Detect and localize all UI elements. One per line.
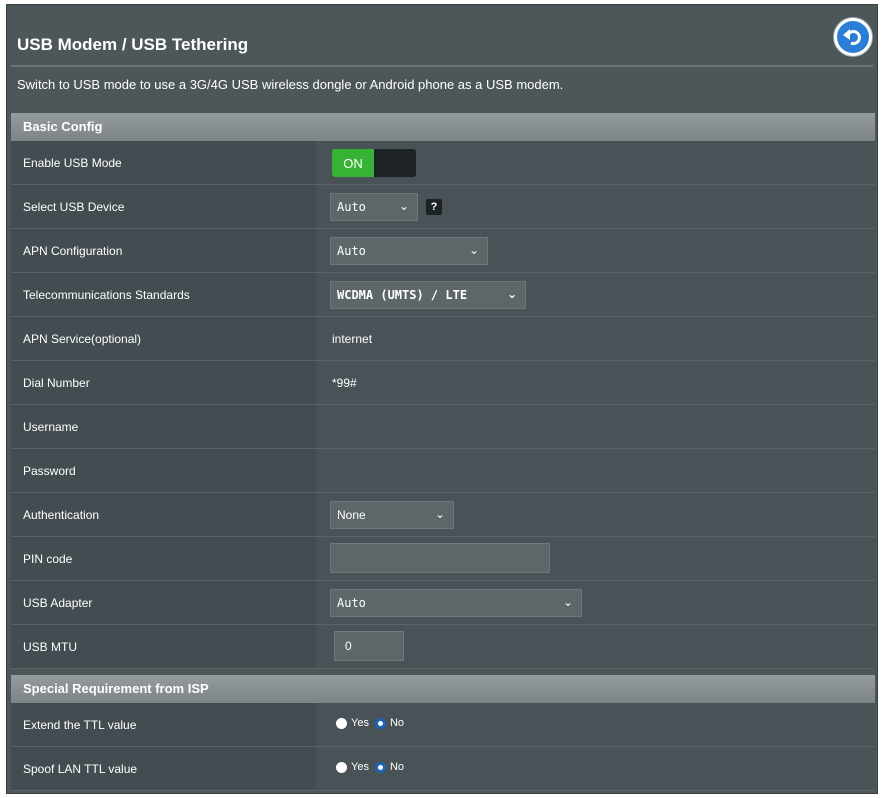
row-extend-ttl: Extend the TTL value Yes No bbox=[11, 703, 875, 747]
apn-configuration-label: APN Configuration bbox=[11, 229, 316, 272]
extend-ttl-yes-radio[interactable] bbox=[336, 717, 347, 729]
select-usb-device-value: Auto bbox=[337, 200, 366, 214]
chevron-down-icon: ⌄ bbox=[398, 199, 409, 213]
spoof-ttl-no-radio[interactable] bbox=[374, 761, 386, 773]
row-apn-service: APN Service(optional) internet bbox=[11, 317, 875, 361]
telecom-standards-label: Telecommunications Standards bbox=[11, 273, 316, 316]
usb-adapter-value: Auto bbox=[337, 596, 366, 610]
title-divider bbox=[11, 65, 873, 67]
extend-ttl-no-label: No bbox=[389, 717, 405, 729]
dial-number-input[interactable]: *99# bbox=[332, 376, 357, 390]
apn-service-label: APN Service(optional) bbox=[11, 317, 316, 360]
spoof-ttl-no-label: No bbox=[389, 761, 405, 773]
row-spoof-ttl: Spoof LAN TTL value Yes No bbox=[11, 747, 875, 791]
usb-mtu-input[interactable]: 0 bbox=[334, 631, 404, 661]
enable-usb-mode-toggle[interactable]: ON bbox=[332, 149, 416, 177]
back-arrow-icon bbox=[837, 21, 869, 53]
section-basic-config: Basic Config bbox=[11, 113, 875, 141]
extend-ttl-label: Extend the TTL value bbox=[11, 703, 316, 746]
telecom-standards-dropdown[interactable]: WCDMA (UMTS) / LTE ⌄ bbox=[330, 281, 526, 309]
username-label: Username bbox=[11, 405, 316, 448]
authentication-dropdown[interactable]: None ⌄ bbox=[330, 501, 454, 529]
chevron-down-icon: ⌄ bbox=[468, 243, 479, 257]
back-button[interactable] bbox=[833, 17, 873, 57]
select-usb-device-label: Select USB Device bbox=[11, 185, 316, 228]
chevron-down-icon: ⌄ bbox=[506, 287, 517, 301]
usb-modem-panel: USB Modem / USB Tethering Switch to USB … bbox=[6, 4, 878, 794]
row-usb-mtu: USB MTU 0 bbox=[11, 625, 875, 669]
telecom-standards-value: WCDMA (UMTS) / LTE bbox=[337, 288, 468, 302]
apn-configuration-value: Auto bbox=[337, 244, 366, 258]
extend-ttl-yes-label: Yes bbox=[351, 717, 369, 729]
row-dial-number: Dial Number *99# bbox=[11, 361, 875, 405]
password-label: Password bbox=[11, 449, 316, 492]
chevron-down-icon: ⌄ bbox=[434, 507, 445, 521]
row-pin-code: PIN code bbox=[11, 537, 875, 581]
spoof-ttl-radio-group: Yes No bbox=[336, 761, 410, 773]
select-usb-device-dropdown[interactable]: Auto ⌄ bbox=[330, 193, 418, 221]
row-usb-adapter: USB Adapter Auto ⌄ bbox=[11, 581, 875, 625]
row-telecom-standards: Telecommunications Standards WCDMA (UMTS… bbox=[11, 273, 875, 317]
apn-configuration-dropdown[interactable]: Auto ⌄ bbox=[330, 237, 488, 265]
extend-ttl-no-radio[interactable] bbox=[374, 717, 386, 729]
spoof-ttl-yes-radio[interactable] bbox=[336, 761, 347, 773]
row-select-usb-device: Select USB Device Auto ⌄ ? bbox=[11, 185, 875, 229]
chevron-down-icon: ⌄ bbox=[562, 595, 573, 609]
pin-code-label: PIN code bbox=[11, 537, 316, 580]
toggle-on-label: ON bbox=[332, 149, 374, 177]
row-authentication: Authentication None ⌄ bbox=[11, 493, 875, 537]
page-title: USB Modem / USB Tethering bbox=[17, 35, 249, 54]
page-description: Switch to USB mode to use a 3G/4G USB wi… bbox=[17, 77, 564, 92]
section-isp-requirement: Special Requirement from ISP bbox=[11, 675, 875, 703]
row-enable-usb-mode: Enable USB Mode ON bbox=[11, 141, 875, 185]
usb-mtu-label: USB MTU bbox=[11, 625, 316, 668]
usb-adapter-dropdown[interactable]: Auto ⌄ bbox=[330, 589, 582, 617]
dial-number-label: Dial Number bbox=[11, 361, 316, 404]
spoof-ttl-yes-label: Yes bbox=[351, 761, 369, 773]
authentication-label: Authentication bbox=[11, 493, 316, 536]
apn-service-input[interactable]: internet bbox=[332, 332, 372, 346]
enable-usb-mode-label: Enable USB Mode bbox=[11, 141, 316, 184]
row-password: Password bbox=[11, 449, 875, 493]
authentication-value: None bbox=[337, 508, 366, 522]
help-icon[interactable]: ? bbox=[426, 199, 442, 215]
pin-code-input[interactable] bbox=[330, 543, 550, 573]
row-username: Username bbox=[11, 405, 875, 449]
usb-adapter-label: USB Adapter bbox=[11, 581, 316, 624]
row-apn-configuration: APN Configuration Auto ⌄ bbox=[11, 229, 875, 273]
extend-ttl-radio-group: Yes No bbox=[336, 717, 410, 729]
spoof-ttl-label: Spoof LAN TTL value bbox=[11, 747, 316, 790]
